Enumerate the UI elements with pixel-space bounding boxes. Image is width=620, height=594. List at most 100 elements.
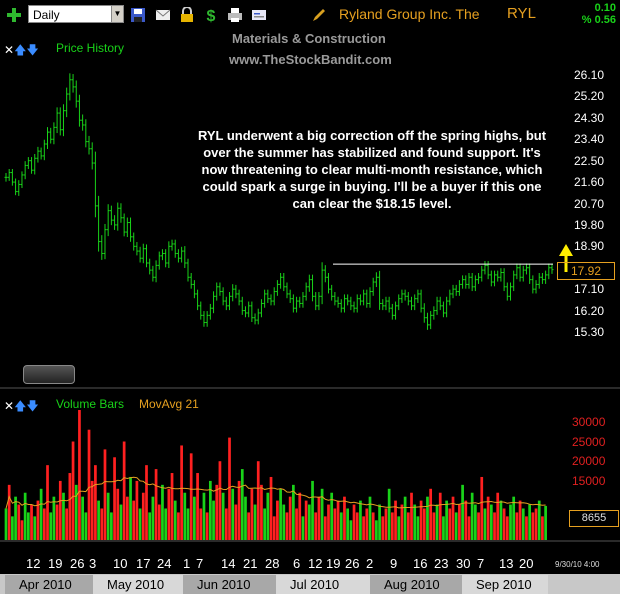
volume-bar	[237, 480, 241, 540]
volume-bar	[349, 520, 353, 540]
month-label: Apr 2010	[19, 577, 72, 592]
price-bar	[320, 262, 324, 305]
price-tick-label: 16.20	[574, 303, 605, 318]
price-bar	[448, 289, 452, 306]
volume-bar	[301, 516, 305, 540]
price-bar	[307, 274, 311, 292]
volume-bar	[406, 512, 410, 540]
volume-bar	[422, 508, 426, 540]
x-tick-label: 10	[113, 556, 128, 571]
volume-bar	[499, 500, 503, 540]
x-tick-label: 14	[221, 556, 236, 571]
price-bar	[180, 246, 184, 263]
price-bar	[30, 157, 34, 174]
volume-bar	[339, 512, 343, 540]
price-bar	[212, 291, 216, 314]
price-bar	[141, 243, 145, 264]
price-bar	[135, 242, 139, 256]
price-bar	[68, 73, 72, 101]
price-bar	[116, 202, 120, 231]
volume-bar	[58, 480, 62, 540]
volume-tick-label: 30000	[572, 414, 606, 429]
price-bar	[196, 289, 200, 311]
price-bar	[279, 272, 283, 289]
volume-bar	[343, 496, 346, 540]
volume-bar	[493, 512, 496, 540]
volume-bar	[240, 469, 244, 540]
price-bar	[534, 280, 538, 294]
volume-bar	[368, 496, 372, 540]
price-bar	[106, 204, 110, 237]
price-bar	[390, 303, 394, 320]
price-bar	[544, 270, 548, 284]
volume-bar	[154, 469, 158, 540]
price-bar	[304, 282, 308, 301]
volume-bar	[534, 508, 538, 540]
volume-bar	[221, 492, 225, 540]
volume-bar	[122, 441, 126, 540]
close-icon[interactable]: ✕	[4, 399, 14, 413]
price-bar	[46, 127, 50, 150]
volume-bar	[461, 484, 464, 540]
volume-bar	[55, 504, 59, 540]
price-bar	[537, 272, 541, 289]
volume-bar	[74, 484, 78, 540]
price-bar	[122, 213, 126, 237]
price-bar	[243, 306, 247, 318]
price-bar	[419, 289, 423, 313]
price-bar	[540, 272, 544, 284]
price-bar	[231, 284, 235, 302]
price-bar	[346, 294, 350, 306]
volume-bar	[327, 504, 330, 540]
x-tick-label: 20	[519, 556, 534, 571]
price-bar	[164, 249, 168, 268]
scroll-thumb[interactable]	[23, 365, 75, 384]
volume-bar	[151, 496, 155, 540]
volume-bar	[531, 512, 535, 540]
price-tick-label: 21.60	[574, 175, 605, 190]
price-tick-label: 18.90	[574, 239, 605, 254]
price-bar	[333, 292, 337, 306]
volume-bar	[496, 492, 500, 540]
arrow-down-icon[interactable]: 🡇	[26, 399, 38, 413]
volume-bar	[138, 508, 142, 540]
volume-bar	[244, 496, 247, 540]
volume-bar	[202, 492, 206, 540]
price-bar	[314, 292, 318, 311]
month-label: May 2010	[107, 577, 165, 592]
x-tick-label: 24	[157, 556, 172, 571]
volume-bar	[224, 508, 228, 540]
price-bar	[23, 161, 27, 180]
price-bar	[256, 308, 260, 325]
volume-bar	[49, 512, 53, 540]
price-bar	[151, 265, 155, 282]
volume-bar	[135, 480, 139, 540]
price-bar	[253, 313, 257, 325]
price-bar	[199, 301, 203, 320]
volume-bar	[23, 492, 27, 540]
price-bar	[454, 284, 458, 296]
volume-bar	[256, 461, 260, 540]
volume-tick-label: 20000	[572, 454, 606, 469]
volume-bar	[183, 492, 187, 540]
price-bar	[464, 275, 468, 289]
price-bar	[17, 180, 21, 196]
price-bar	[71, 74, 75, 93]
price-bar	[384, 296, 388, 311]
price-bar	[157, 251, 161, 270]
x-tick-label: 13	[499, 556, 514, 571]
volume-bar	[400, 504, 404, 540]
price-bar	[502, 268, 506, 292]
volume-bar	[355, 512, 359, 540]
price-bar	[291, 294, 295, 313]
price-bar	[342, 294, 346, 313]
price-bar	[7, 168, 11, 181]
arrow-up-icon[interactable]: 🡅	[14, 399, 26, 413]
price-bar	[65, 87, 69, 118]
price-bar	[173, 239, 177, 258]
x-tick-label: 28	[265, 556, 280, 571]
volume-bar	[381, 516, 385, 540]
volume-bar	[42, 508, 46, 540]
month-label: Aug 2010	[384, 577, 440, 592]
price-bar	[215, 282, 219, 301]
